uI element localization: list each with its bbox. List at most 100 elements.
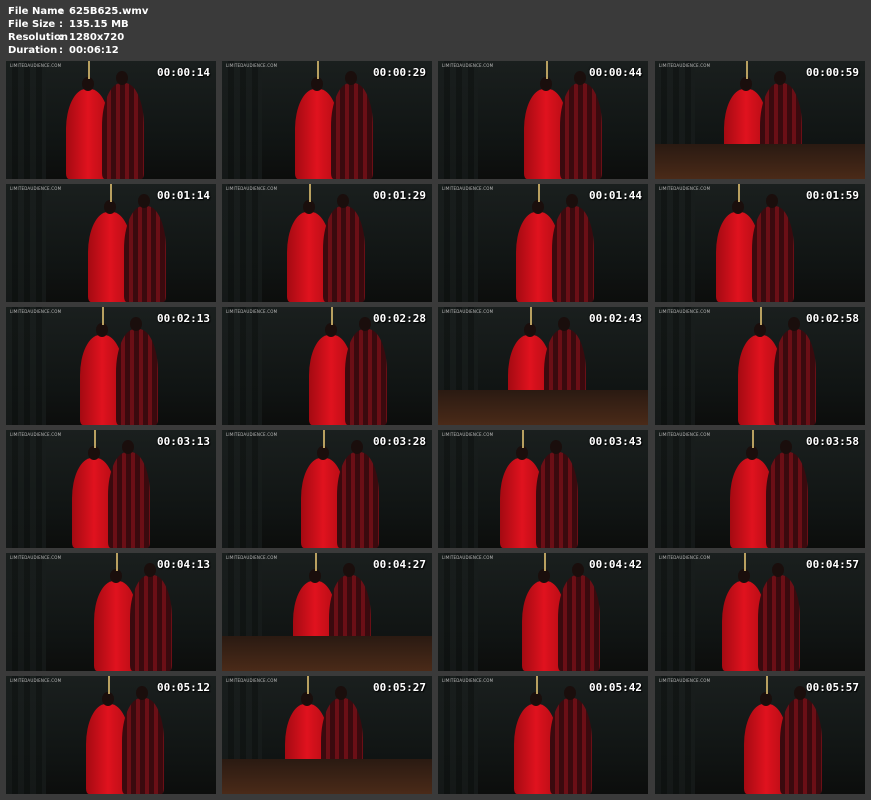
video-thumbnail[interactable]: LIMITEDAUDIENCE.COM 00:01:59 [655, 184, 865, 302]
thumbnail-timestamp: 00:04:42 [589, 558, 642, 571]
rope [317, 61, 319, 79]
video-thumbnail[interactable]: LIMITEDAUDIENCE.COM 00:00:14 [6, 61, 216, 179]
watermark: LIMITEDAUDIENCE.COM [442, 186, 494, 191]
video-thumbnail[interactable]: LIMITEDAUDIENCE.COM 00:02:43 [438, 307, 648, 425]
thumbnail-timestamp: 00:01:59 [806, 189, 859, 202]
watermark: LIMITEDAUDIENCE.COM [442, 432, 494, 437]
figure-head [96, 323, 108, 337]
video-thumbnail[interactable]: LIMITEDAUDIENCE.COM 00:01:29 [222, 184, 432, 302]
watermark: LIMITEDAUDIENCE.COM [442, 63, 494, 68]
video-thumbnail[interactable]: LIMITEDAUDIENCE.COM 00:05:27 [222, 676, 432, 794]
thumbnail-timestamp: 00:04:13 [157, 558, 210, 571]
video-thumbnail[interactable]: LIMITEDAUDIENCE.COM 00:03:28 [222, 430, 432, 548]
curtain-backdrop [222, 307, 262, 425]
curtain-backdrop [655, 553, 695, 671]
video-thumbnail[interactable]: LIMITEDAUDIENCE.COM 00:04:13 [6, 553, 216, 671]
watermark: LIMITEDAUDIENCE.COM [10, 309, 62, 314]
dark-dress-figure [321, 698, 363, 794]
figure-head [774, 71, 786, 85]
thumbnail-timestamp: 00:02:43 [589, 312, 642, 325]
rope [102, 307, 104, 325]
video-thumbnail[interactable]: LIMITEDAUDIENCE.COM 00:01:44 [438, 184, 648, 302]
figure-head [345, 71, 357, 85]
figure-head [540, 77, 552, 91]
rope [94, 430, 96, 448]
video-thumbnail[interactable]: LIMITEDAUDIENCE.COM 00:00:44 [438, 61, 648, 179]
figure-head [740, 77, 752, 91]
dark-dress-figure [116, 329, 158, 425]
figure-head [564, 686, 576, 700]
dark-dress-figure [780, 698, 822, 794]
dark-dress-figure [550, 698, 592, 794]
thumbnail-grid: LIMITEDAUDIENCE.COM 00:00:14 LIMITEDAUDIEN… [0, 0, 871, 800]
watermark: LIMITEDAUDIENCE.COM [10, 63, 62, 68]
thumbnail-timestamp: 00:00:44 [589, 66, 642, 79]
figure-head [558, 317, 570, 331]
dark-dress-figure [536, 452, 578, 548]
video-thumbnail[interactable]: LIMITEDAUDIENCE.COM 00:04:57 [655, 553, 865, 671]
figure-head [732, 200, 744, 214]
video-thumbnail[interactable]: LIMITEDAUDIENCE.COM 00:04:27 [222, 553, 432, 671]
rope [530, 307, 532, 325]
video-thumbnail[interactable]: LIMITEDAUDIENCE.COM 00:02:13 [6, 307, 216, 425]
thumbnail-timestamp: 00:05:57 [806, 681, 859, 694]
curtain-backdrop [655, 184, 695, 302]
thumbnail-timestamp: 00:01:44 [589, 189, 642, 202]
video-thumbnail[interactable]: LIMITEDAUDIENCE.COM 00:03:58 [655, 430, 865, 548]
dark-dress-figure [758, 575, 800, 671]
dark-dress-figure [752, 206, 794, 302]
curtain-backdrop [6, 553, 46, 671]
video-thumbnail[interactable]: LIMITEDAUDIENCE.COM 00:01:14 [6, 184, 216, 302]
video-thumbnail[interactable]: LIMITEDAUDIENCE.COM 00:05:42 [438, 676, 648, 794]
dark-dress-figure [558, 575, 600, 671]
watermark: LIMITEDAUDIENCE.COM [659, 63, 711, 68]
thumbnail-timestamp: 00:03:58 [806, 435, 859, 448]
watermark: LIMITEDAUDIENCE.COM [226, 63, 278, 68]
figure-head [325, 323, 337, 337]
video-thumbnail[interactable]: LIMITEDAUDIENCE.COM 00:03:43 [438, 430, 648, 548]
dark-dress-figure [544, 329, 586, 425]
thumbnail-timestamp: 00:01:29 [373, 189, 426, 202]
rope [88, 61, 90, 79]
curtain-backdrop [438, 307, 478, 425]
watermark: LIMITEDAUDIENCE.COM [659, 186, 711, 191]
thumbnail-timestamp: 00:03:43 [589, 435, 642, 448]
rope [766, 676, 768, 694]
video-thumbnail[interactable]: LIMITEDAUDIENCE.COM 00:02:58 [655, 307, 865, 425]
dark-dress-figure [122, 698, 164, 794]
curtain-backdrop [438, 61, 478, 179]
video-thumbnail[interactable]: LIMITEDAUDIENCE.COM 00:02:28 [222, 307, 432, 425]
figure-head [351, 440, 363, 454]
watermark: LIMITEDAUDIENCE.COM [659, 432, 711, 437]
figure-head [772, 563, 784, 577]
dark-dress-figure [130, 575, 172, 671]
figure-head [337, 194, 349, 208]
figure-head [110, 569, 122, 583]
figure-head [311, 77, 323, 91]
video-thumbnail[interactable]: LIMITEDAUDIENCE.COM 00:00:29 [222, 61, 432, 179]
figure-head [309, 569, 321, 583]
dark-dress-figure [560, 83, 602, 179]
figure-head [574, 71, 586, 85]
curtain-backdrop [655, 61, 695, 179]
video-thumbnail[interactable]: LIMITEDAUDIENCE.COM 00:05:12 [6, 676, 216, 794]
figure-head [136, 686, 148, 700]
thumbnail-timestamp: 00:00:59 [806, 66, 859, 79]
video-thumbnail[interactable]: LIMITEDAUDIENCE.COM 00:00:59 [655, 61, 865, 179]
video-thumbnail[interactable]: LIMITEDAUDIENCE.COM 00:05:57 [655, 676, 865, 794]
rope [544, 553, 546, 571]
rope [323, 430, 325, 448]
video-thumbnail[interactable]: LIMITEDAUDIENCE.COM 00:03:13 [6, 430, 216, 548]
figure-head [303, 200, 315, 214]
figure-head [566, 194, 578, 208]
thumbnail-timestamp: 00:05:42 [589, 681, 642, 694]
curtain-backdrop [438, 676, 478, 794]
dark-dress-figure [331, 83, 373, 179]
rope [760, 307, 762, 325]
watermark: LIMITEDAUDIENCE.COM [659, 555, 711, 560]
dark-dress-figure [108, 452, 150, 548]
rope [546, 61, 548, 79]
thumbnail-timestamp: 00:05:27 [373, 681, 426, 694]
figure-head [788, 317, 800, 331]
video-thumbnail[interactable]: LIMITEDAUDIENCE.COM 00:04:42 [438, 553, 648, 671]
